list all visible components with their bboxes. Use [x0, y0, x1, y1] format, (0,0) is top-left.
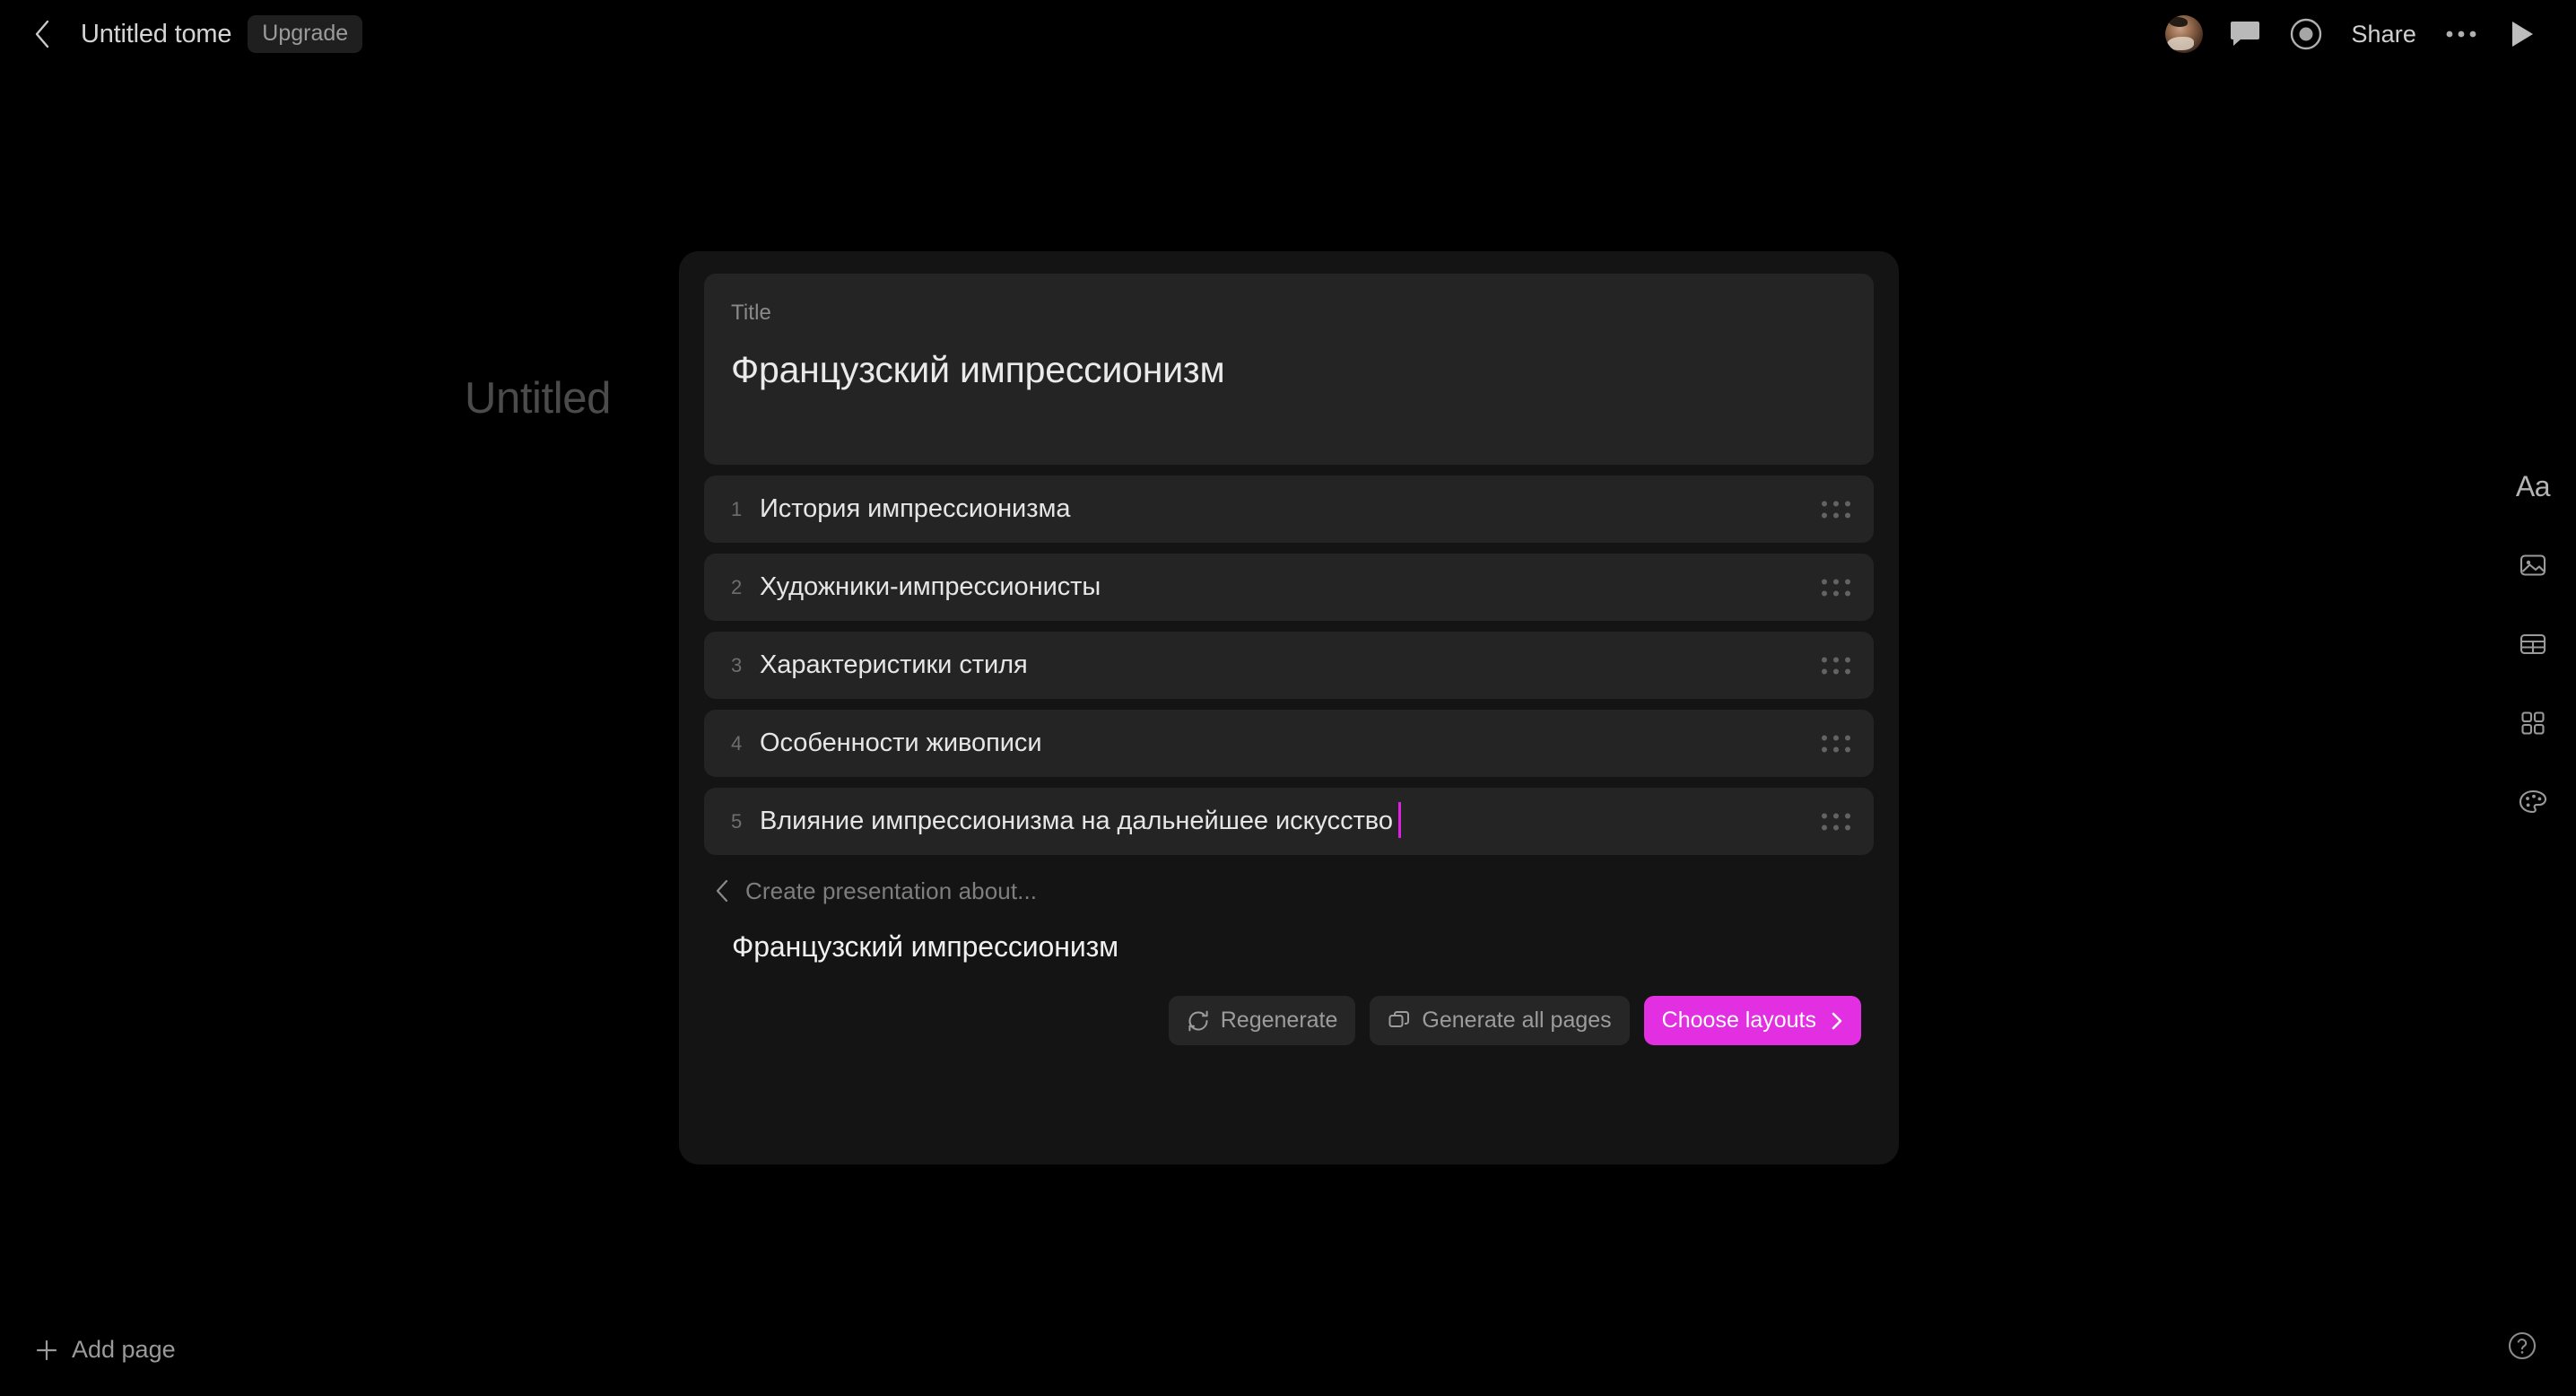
prompt-input-value[interactable]: Французский импрессионизм [732, 930, 1874, 964]
image-icon [2518, 550, 2548, 580]
drag-handle-icon[interactable] [1822, 501, 1850, 518]
regenerate-button[interactable]: Regenerate [1168, 996, 1356, 1045]
record-icon [2289, 17, 2323, 51]
outline-row[interactable]: 4 Особенности живописи [704, 710, 1874, 777]
outline-row[interactable]: 5 Влияние импрессионизма на дальнейшее и… [704, 788, 1874, 855]
outline-row-text[interactable]: Характеристики стиля [760, 650, 1028, 680]
ai-outline-panel: Title Французский импрессионизм 1 Истори… [679, 251, 1899, 1165]
title-field-label: Title [731, 301, 771, 325]
upgrade-button[interactable]: Upgrade [248, 14, 363, 54]
present-button[interactable] [2492, 4, 2553, 65]
theme-tool-button[interactable] [2510, 779, 2556, 825]
chevron-right-icon [1827, 1010, 1847, 1032]
outline-row-number: 3 [731, 653, 743, 676]
generate-all-pages-label: Generate all pages [1422, 1008, 1612, 1033]
layout-tool-button[interactable] [2510, 700, 2556, 746]
title-field-value[interactable]: Французский импрессионизм [731, 349, 1847, 391]
plus-icon [34, 1338, 59, 1363]
generate-all-pages-button[interactable]: Generate all pages [1370, 996, 1630, 1045]
text-icon: Aa [2515, 469, 2551, 502]
image-tool-button[interactable] [2510, 542, 2556, 589]
add-page-label: Add page [72, 1336, 176, 1363]
copy-pages-icon [1388, 1009, 1411, 1033]
avatar-button[interactable] [2154, 4, 2215, 65]
refresh-icon [1187, 1009, 1210, 1033]
choose-layouts-label: Choose layouts [1661, 1008, 1816, 1033]
drag-handle-icon[interactable] [1822, 813, 1850, 830]
drag-handle-icon[interactable] [1822, 579, 1850, 596]
choose-layouts-button[interactable]: Choose layouts [1643, 996, 1861, 1045]
help-circle-icon [2506, 1330, 2538, 1362]
add-page-button[interactable]: Add page [34, 1336, 176, 1364]
prompt-header: Create presentation about... [704, 875, 1874, 907]
outline-row-text[interactable]: Влияние импрессионизма на дальнейшее иск… [760, 802, 1401, 838]
avatar [2165, 15, 2204, 53]
comment-icon [2230, 20, 2260, 48]
play-icon [2510, 20, 2535, 48]
comments-button[interactable] [2215, 4, 2276, 65]
outline-row-number: 1 [731, 497, 743, 520]
prompt-breadcrumb[interactable]: Create presentation about... [745, 877, 1037, 905]
share-button[interactable]: Share [2337, 21, 2431, 48]
palette-icon [2518, 787, 2548, 817]
top-bar-actions: Share [2154, 4, 2553, 65]
top-bar: Untitled tome Upgrade Share [0, 0, 2576, 68]
drag-handle-icon[interactable] [1822, 735, 1850, 752]
text-tool-button[interactable]: Aa [2510, 463, 2556, 510]
chevron-left-icon [714, 878, 730, 903]
editor-canvas: Untitled Title Французский импрессионизм… [0, 68, 2576, 1396]
outline-row[interactable]: 3 Характеристики стиля [704, 632, 1874, 699]
outline-list: 1 История импрессионизма 2 Художники-имп… [704, 476, 1874, 855]
drag-handle-icon[interactable] [1822, 657, 1850, 674]
outline-row-text[interactable]: Художники-импрессионисты [760, 572, 1101, 602]
right-toolbar: Aa [2510, 463, 2556, 825]
back-button[interactable] [27, 19, 57, 49]
outline-row-text[interactable]: Особенности живописи [760, 729, 1042, 758]
document-title[interactable]: Untitled tome [81, 20, 231, 49]
more-options-button[interactable] [2431, 4, 2492, 65]
page-title-placeholder[interactable]: Untitled [465, 373, 611, 423]
table-tool-button[interactable] [2510, 621, 2556, 667]
panel-actions: Regenerate Generate all pages Choose lay… [704, 996, 1874, 1045]
outline-row[interactable]: 2 Художники-импрессионисты [704, 554, 1874, 621]
outline-row-number: 5 [731, 809, 743, 833]
help-button[interactable] [2501, 1324, 2544, 1367]
outline-row-number: 2 [731, 575, 743, 598]
prompt-back-button[interactable] [706, 875, 738, 907]
outline-row[interactable]: 1 История импрессионизма [704, 476, 1874, 543]
regenerate-label: Regenerate [1220, 1008, 1338, 1033]
ellipsis-icon [2445, 29, 2477, 39]
title-card[interactable]: Title Французский импрессионизм [704, 274, 1874, 465]
record-button[interactable] [2276, 4, 2337, 65]
outline-row-text[interactable]: История импрессионизма [760, 494, 1070, 524]
chevron-left-icon [32, 19, 52, 49]
table-icon [2518, 629, 2548, 659]
grid-apps-icon [2519, 710, 2546, 737]
outline-row-number: 4 [731, 731, 743, 755]
